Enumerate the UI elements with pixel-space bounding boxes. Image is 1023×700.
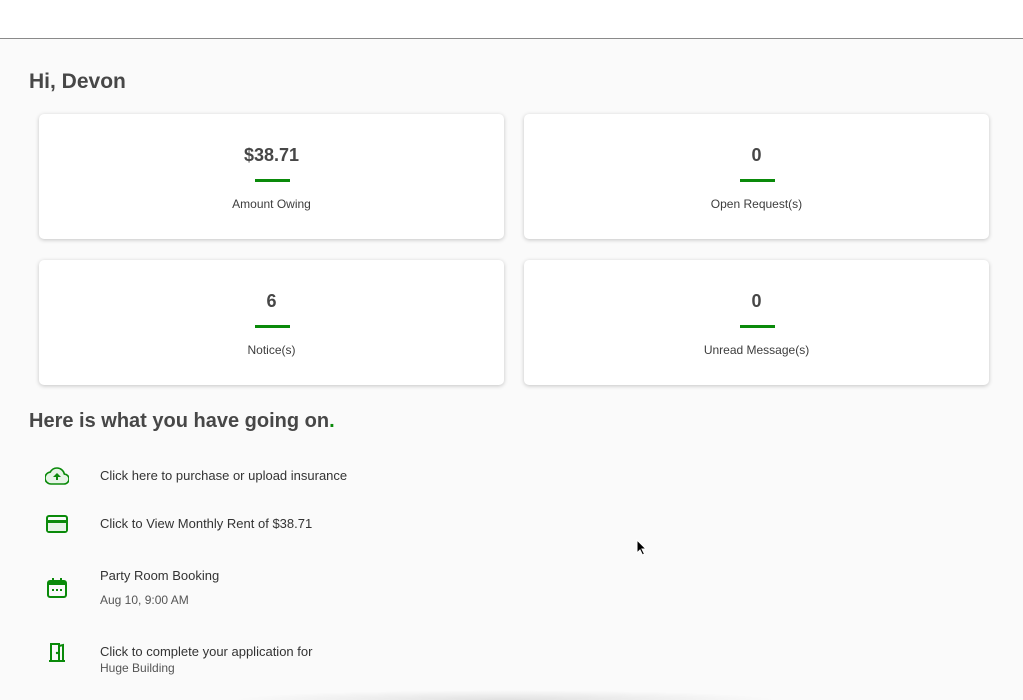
card-underline <box>254 325 290 328</box>
party-room-activity-date: Aug 10, 9:00 AM <box>100 593 189 607</box>
mouse-cursor-icon <box>636 539 648 556</box>
calendar-icon <box>45 576 69 600</box>
unread-messages-label: Unread Message(s) <box>703 343 810 357</box>
section-title-text: Here is what you have going on <box>29 410 330 432</box>
activity-section-title: Here is what you have going on. <box>29 410 335 433</box>
amount-owing-card[interactable]: $38.71 Amount Owing <box>39 114 504 239</box>
open-requests-card[interactable]: 0 Open Request(s) <box>524 114 989 239</box>
rent-activity-text: Click to View Monthly Rent of $38.71 <box>100 516 313 531</box>
notices-card[interactable]: 6 Notice(s) <box>39 260 504 385</box>
notices-label: Notice(s) <box>247 343 296 357</box>
application-activity-text: Click to complete your application for <box>100 644 313 659</box>
open-requests-value: 0 <box>751 145 762 165</box>
amount-owing-label: Amount Owing <box>232 197 311 211</box>
card-underline <box>254 179 290 182</box>
greeting-heading: Hi, Devon <box>29 70 126 93</box>
insurance-activity-item[interactable]: Click here to purchase or upload insuran… <box>29 464 729 490</box>
credit-card-icon <box>45 512 69 536</box>
cloud-upload-icon <box>44 464 70 488</box>
insurance-activity-text: Click here to purchase or upload insuran… <box>100 468 348 483</box>
party-room-activity-item[interactable]: Party Room Booking Aug 10, 9:00 AM <box>29 566 729 610</box>
unread-messages-value: 0 <box>751 291 762 311</box>
card-underline <box>739 179 775 182</box>
section-title-dot: . <box>329 410 335 432</box>
top-bar <box>0 0 1023 39</box>
notices-value: 6 <box>266 291 277 311</box>
door-icon <box>45 640 69 664</box>
application-building-name: Huge Building <box>100 661 175 675</box>
rent-activity-item[interactable]: Click to View Monthly Rent of $38.71 <box>29 512 729 538</box>
application-activity-item[interactable]: Click to complete your application for H… <box>29 640 729 680</box>
party-room-activity-text: Party Room Booking <box>100 568 220 583</box>
bottom-panel-shadow <box>230 690 780 700</box>
open-requests-label: Open Request(s) <box>710 197 803 211</box>
card-underline <box>739 325 775 328</box>
amount-owing-value: $38.71 <box>243 145 300 165</box>
unread-messages-card[interactable]: 0 Unread Message(s) <box>524 260 989 385</box>
